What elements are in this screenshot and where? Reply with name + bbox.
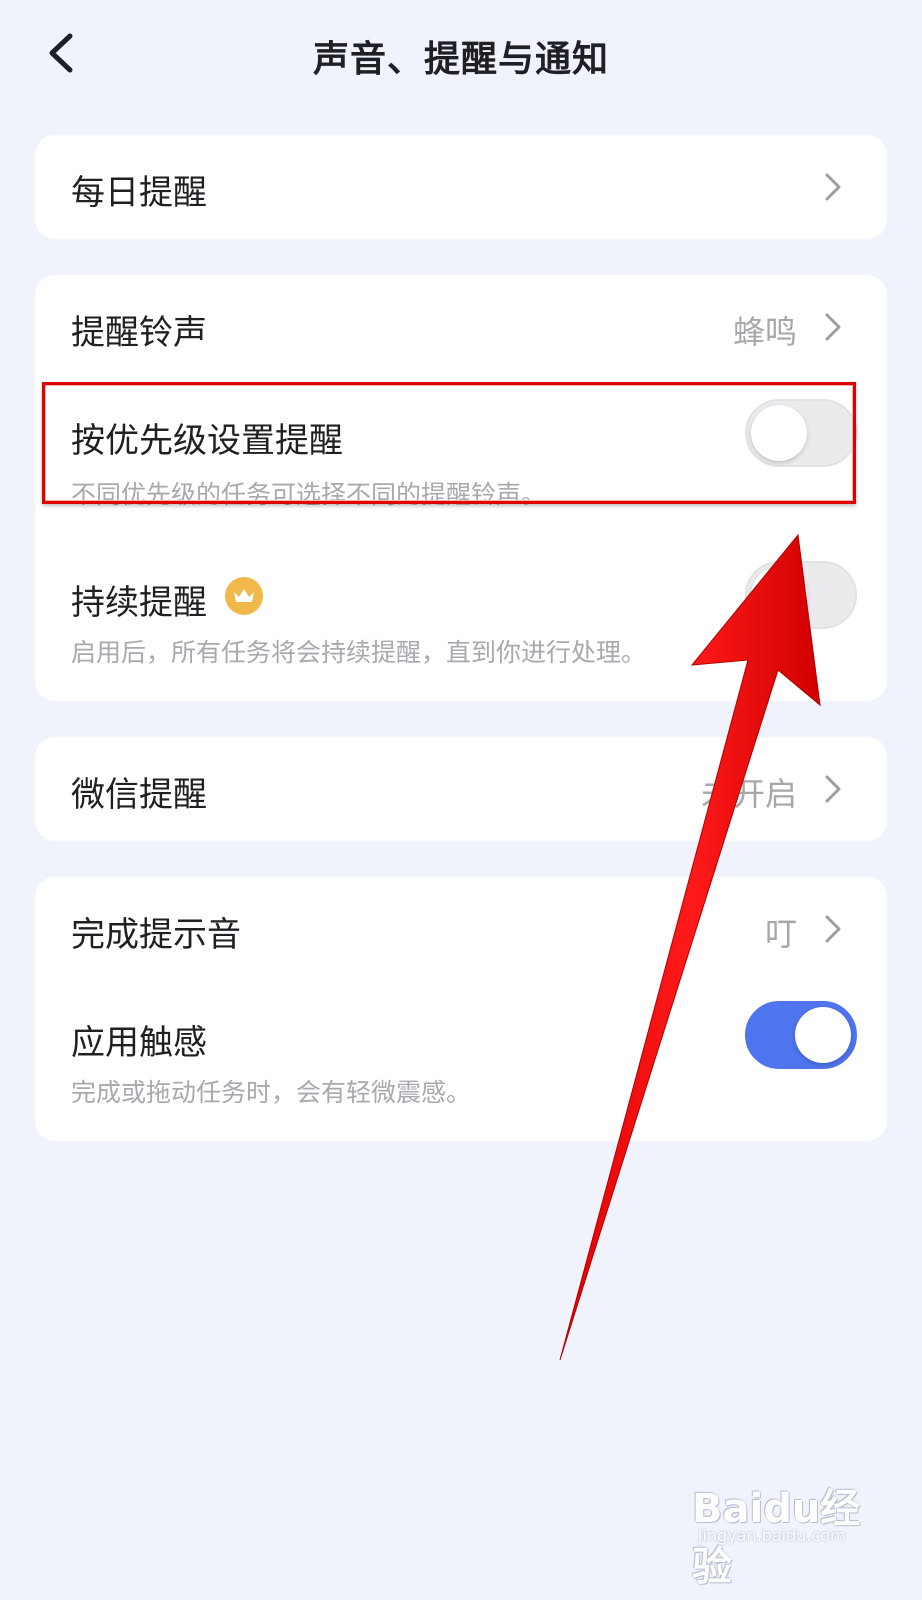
chevron-right-icon (825, 173, 841, 201)
header-bar: 声音、提醒与通知 (0, 0, 922, 110)
priority-reminder-desc: 不同优先级的任务可选择不同的提醒铃声。 (71, 480, 547, 509)
chevron-right-icon (825, 313, 841, 341)
crown-icon (225, 577, 263, 615)
continuous-reminder-label: 持续提醒 (71, 583, 207, 623)
wechat-reminder-value: 未开启 (700, 775, 797, 813)
reminder-settings-card: 提醒铃声 蜂鸣 按优先级设置提醒 不同优先级的任务可选择不同的提醒铃声。 持续提… (35, 275, 887, 701)
haptics-toggle[interactable] (745, 1001, 857, 1069)
wechat-reminder-label: 微信提醒 (71, 775, 207, 815)
haptics-desc: 完成或拖动任务时，会有轻微震感。 (71, 1078, 472, 1107)
chevron-right-icon (825, 915, 841, 943)
toggle-knob (751, 567, 807, 623)
priority-reminder-toggle[interactable] (745, 399, 857, 467)
haptics-row: 应用触感 完成或拖动任务时，会有轻微震感。 (35, 985, 887, 1125)
priority-reminder-label: 按优先级设置提醒 (71, 421, 343, 461)
complete-sound-label: 完成提示音 (71, 915, 241, 955)
continuous-reminder-row: 持续提醒 启用后，所有任务将会持续提醒，直到你进行处理。 (35, 545, 887, 685)
priority-reminder-row: 按优先级设置提醒 不同优先级的任务可选择不同的提醒铃声。 (35, 383, 887, 509)
chevron-right-icon (825, 775, 841, 803)
complete-sound-row[interactable]: 完成提示音 叮 (35, 877, 887, 981)
ringtone-value: 蜂鸣 (732, 313, 797, 351)
ringtone-row[interactable]: 提醒铃声 蜂鸣 (35, 275, 887, 379)
continuous-reminder-desc: 启用后，所有任务将会持续提醒，直到你进行处理。 (71, 638, 647, 667)
daily-reminder-label: 每日提醒 (71, 173, 207, 213)
wechat-reminder-card: 微信提醒 未开启 (35, 737, 887, 841)
haptics-label: 应用触感 (71, 1023, 207, 1063)
watermark-url: jingyan.baidu.com (698, 1526, 846, 1545)
daily-reminder-card: 每日提醒 (35, 135, 887, 239)
toggle-knob (751, 405, 807, 461)
toggle-knob (795, 1007, 851, 1063)
continuous-reminder-toggle[interactable] (745, 561, 857, 629)
ringtone-label: 提醒铃声 (71, 313, 207, 353)
daily-reminder-row[interactable]: 每日提醒 (35, 135, 887, 239)
baidu-watermark-logo: Baidu经验 jingyan.baidu.com (692, 1470, 892, 1590)
feedback-settings-card: 完成提示音 叮 应用触感 完成或拖动任务时，会有轻微震感。 (35, 877, 887, 1141)
page-title: 声音、提醒与通知 (312, 39, 609, 80)
wechat-reminder-row[interactable]: 微信提醒 未开启 (35, 737, 887, 841)
complete-sound-value: 叮 (764, 915, 797, 953)
